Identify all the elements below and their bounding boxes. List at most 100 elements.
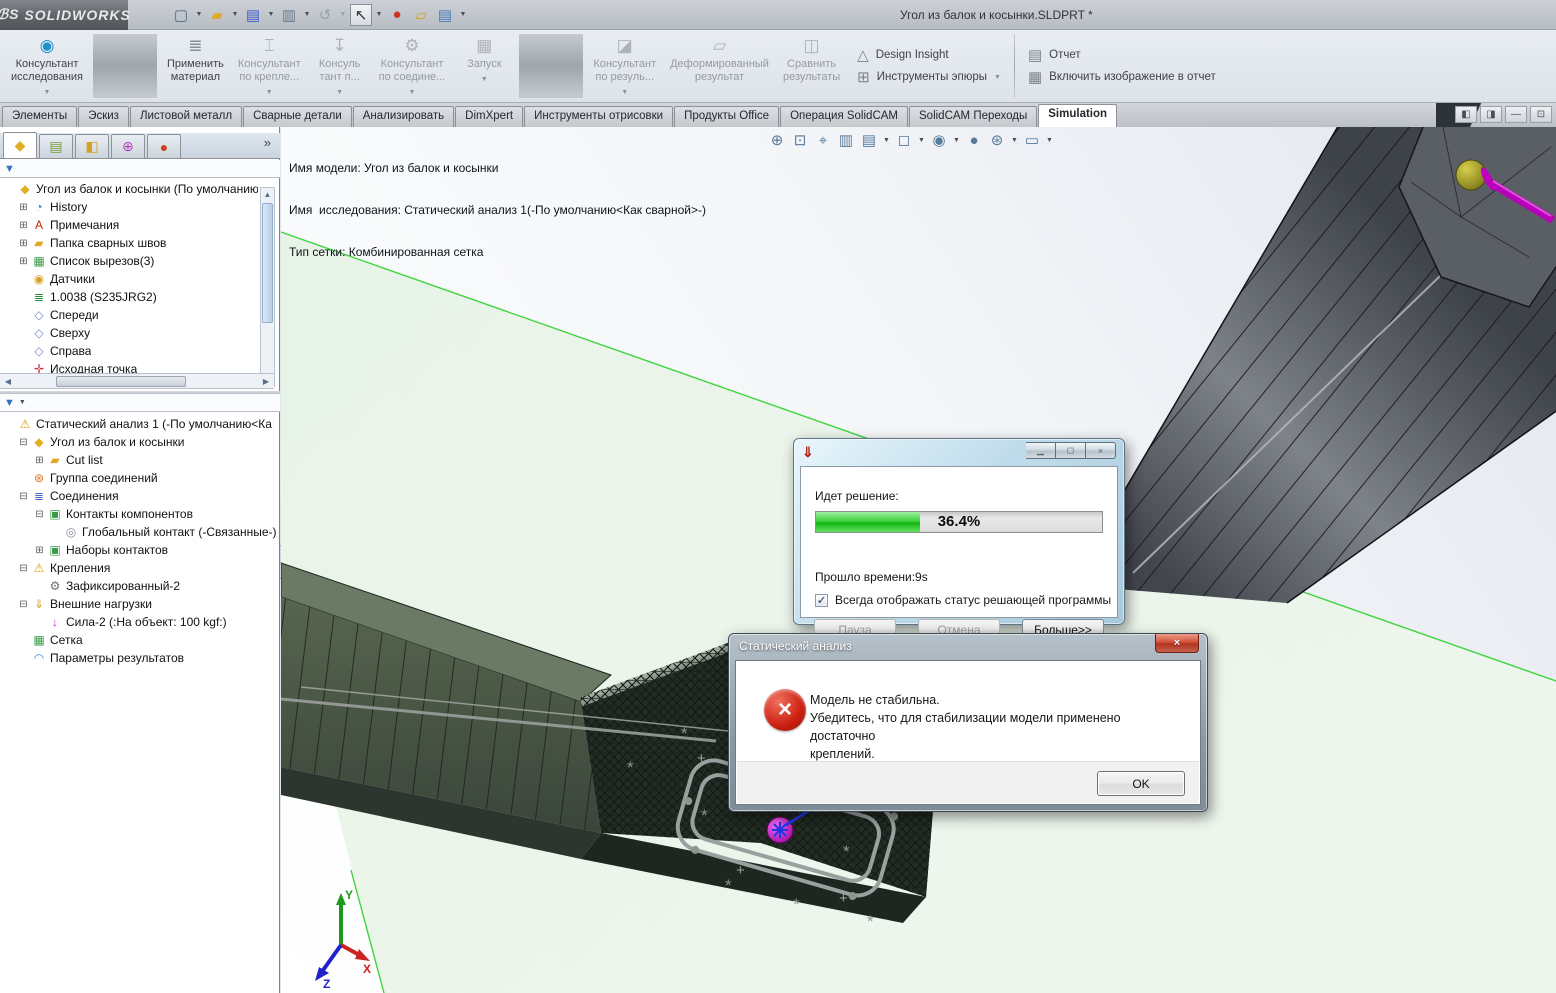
close-icon[interactable]: × xyxy=(1155,634,1199,653)
traffic-light-icon[interactable]: ● xyxy=(386,4,408,26)
tree-item-annotations[interactable]: ⊞ A Примечания xyxy=(2,216,258,234)
undo-icon[interactable]: ↺ xyxy=(314,4,336,26)
simulation-filter-bar[interactable]: ▼ ▼ xyxy=(0,394,280,412)
sim-item-global-contact[interactable]: ◎ Глобальный контакт (-Связанные-) xyxy=(2,523,278,541)
dropdown-arrow-icon[interactable]: ▼ xyxy=(194,4,204,26)
dropdown-arrow-icon[interactable]: ▼ xyxy=(1045,137,1054,144)
tab-office-products[interactable]: Продукты Office xyxy=(674,106,780,127)
dropdown-arrow-icon[interactable]: ▼ xyxy=(230,4,240,26)
tree-item-part-root[interactable]: ◆ Угол из балок и косынки (По умолчанию< xyxy=(2,180,258,198)
dropdown-arrow-icon[interactable]: ▼ xyxy=(266,4,276,26)
sim-item-mesh[interactable]: ▦ Сетка xyxy=(2,631,278,649)
expand-toggle-icon[interactable]: ⊟ xyxy=(34,509,45,520)
compare-results-button[interactable]: ◫ Сравнить результаты xyxy=(776,32,847,100)
apply-material-button[interactable]: ≣ Применить материал xyxy=(160,32,231,100)
tree-horizontal-scrollbar[interactable]: ◀ ▶ xyxy=(0,373,274,389)
print-icon[interactable]: ▥ xyxy=(278,4,300,26)
sim-item-fixed-2[interactable]: ⚙ Зафиксированный-2 xyxy=(2,577,278,595)
restore-doc-icon[interactable]: ⊡ xyxy=(1530,106,1552,123)
close-icon[interactable]: × xyxy=(1086,442,1116,459)
new-document-icon[interactable]: ▢ xyxy=(170,4,192,26)
tree-item-front-plane[interactable]: ◇ Спереди xyxy=(2,306,258,324)
tree-vertical-scrollbar[interactable]: ▲ xyxy=(260,187,275,387)
sim-item-connections[interactable]: ⊟ ≣ Соединения xyxy=(2,487,278,505)
sim-item-cut-list[interactable]: ⊞ ▰ Cut list xyxy=(2,451,278,469)
expand-toggle-icon[interactable] xyxy=(4,419,15,430)
tree-item-top-plane[interactable]: ◇ Сверху xyxy=(2,324,258,342)
dropdown-arrow-icon[interactable]: ▼ xyxy=(917,137,926,144)
scrollbar-thumb[interactable] xyxy=(262,203,273,323)
sim-item-fixtures[interactable]: ⊟ ⚠ Крепления xyxy=(2,559,278,577)
tree-filter-bar[interactable]: ▼ xyxy=(0,160,280,178)
fixtures-advisor-button[interactable]: ⌶ Консультант по крепле... ▼ xyxy=(231,32,308,100)
expand-toggle-icon[interactable] xyxy=(18,635,29,646)
tree-item-weld-folder[interactable]: ⊞ ▰ Папка сварных швов xyxy=(2,234,258,252)
dimxpertmanager-tab[interactable]: ⊕ xyxy=(111,134,145,158)
split-right-icon[interactable]: ◨ xyxy=(1480,106,1502,123)
plot-tools-button[interactable]: ⊞ Инструменты эпюры ▼ xyxy=(857,68,1001,86)
tree-item-history[interactable]: ⊞ ◔ History xyxy=(2,198,258,216)
expand-toggle-icon[interactable]: ⊞ xyxy=(34,455,45,466)
zoom-selection-icon[interactable]: ⌖ xyxy=(813,132,833,149)
design-insight-button[interactable]: △ Design Insight xyxy=(857,46,1001,64)
minimize-icon[interactable]: ▁ xyxy=(1026,442,1056,459)
always-show-status-checkbox[interactable]: ✓ xyxy=(815,593,828,607)
sim-item-result-options[interactable]: ◠ Параметры результатов xyxy=(2,649,278,667)
connections-advisor-button[interactable]: ⚙ Консультант по соедине... ▼ xyxy=(372,32,453,100)
expand-toggle-icon[interactable]: ⊞ xyxy=(18,256,29,267)
tab-render-tools[interactable]: Инструменты отрисовки xyxy=(524,106,674,127)
include-image-in-report-button[interactable]: ▦ Включить изображение в отчет xyxy=(1028,68,1223,86)
propertymanager-tab[interactable]: ▤ xyxy=(39,134,73,158)
sim-item-external-loads[interactable]: ⊟ ⇓ Внешние нагрузки xyxy=(2,595,278,613)
sim-item-force-2[interactable]: ↓ Сила-2 (:На объект: 100 kgf:) xyxy=(2,613,278,631)
configurationmanager-tab[interactable]: ◧ xyxy=(75,134,109,158)
expand-toggle-icon[interactable] xyxy=(18,328,29,339)
scroll-left-icon[interactable]: ◀ xyxy=(0,377,16,386)
zoom-area-icon[interactable]: ⊡ xyxy=(790,131,810,149)
report-button[interactable]: ▤ Отчет xyxy=(1028,46,1223,64)
joint-ball[interactable] xyxy=(1455,159,1487,191)
expand-toggle-icon[interactable]: ⊟ xyxy=(18,437,29,448)
dropdown-arrow-icon[interactable]: ▼ xyxy=(374,4,384,26)
scroll-up-icon[interactable]: ▲ xyxy=(261,188,274,202)
expand-toggle-icon[interactable]: ⊞ xyxy=(18,220,29,231)
expand-toggle-icon[interactable] xyxy=(18,346,29,357)
tab-simulation[interactable]: Simulation xyxy=(1038,104,1118,127)
tree-item-material[interactable]: ≣ 1.0038 (S235JRG2) xyxy=(2,288,258,306)
split-left-icon[interactable]: ◧ xyxy=(1455,106,1477,123)
save-icon[interactable]: ▤ xyxy=(242,4,264,26)
tab-evaluate[interactable]: Анализировать xyxy=(352,106,455,127)
camera-view-icon[interactable]: ▭ xyxy=(1022,131,1042,149)
sim-item-joint-group[interactable]: ⊛ Группа соединений xyxy=(2,469,278,487)
tab-features[interactable]: Элементы xyxy=(2,106,78,127)
ok-button[interactable]: OK xyxy=(1097,771,1185,796)
minimize-doc-icon[interactable]: — xyxy=(1505,106,1527,123)
expand-toggle-icon[interactable]: ⊞ xyxy=(34,545,45,556)
expand-toggle-icon[interactable]: ⊟ xyxy=(18,599,29,610)
expand-toggle-icon[interactable] xyxy=(18,292,29,303)
tab-solidcam-operation[interactable]: Операция SolidCAM xyxy=(780,106,908,127)
tree-item-right-plane[interactable]: ◇ Справа xyxy=(2,342,258,360)
deformed-result-button[interactable]: ▱ Деформированный результат xyxy=(663,32,776,100)
checklist-icon[interactable]: ▤ xyxy=(434,4,456,26)
open-folder-icon[interactable]: ▰ xyxy=(206,4,228,26)
appearance-icon[interactable]: ● xyxy=(964,132,984,149)
run-button[interactable]: ▦ Запуск ▼ xyxy=(452,32,516,100)
scene-icon[interactable]: ⊛ xyxy=(987,131,1007,149)
sim-item-component-contacts[interactable]: ⊟ ▣ Контакты компонентов xyxy=(2,505,278,523)
zoom-fit-icon[interactable]: ⊕ xyxy=(767,131,787,149)
expand-toggle-icon[interactable] xyxy=(34,617,45,628)
sim-item-contact-sets[interactable]: ⊞ ▣ Наборы контактов xyxy=(2,541,278,559)
divider[interactable] xyxy=(519,34,584,98)
expand-toggle-icon[interactable] xyxy=(18,473,29,484)
sim-item-part[interactable]: ⊟ ◆ Угол из балок и косынки xyxy=(2,433,278,451)
sim-item-static-study[interactable]: ⚠ Статический анализ 1 (-По умолчанию<Ка xyxy=(2,415,278,433)
expand-toggle-icon[interactable] xyxy=(4,184,15,195)
loads-advisor-button[interactable]: ↧ Консуль тант п... ▼ xyxy=(308,32,372,100)
tab-sketch[interactable]: Эскиз xyxy=(78,106,129,127)
expand-toggle-icon[interactable]: ⊟ xyxy=(18,491,29,502)
dropdown-arrow-icon[interactable]: ▼ xyxy=(338,4,348,26)
displaymanager-tab[interactable]: ● xyxy=(147,134,181,158)
tree-item-cutlist[interactable]: ⊞ ▦ Список вырезов(3) xyxy=(2,252,258,270)
study-advisor-button[interactable]: ◉ Консультант исследования ▼ xyxy=(4,32,90,100)
